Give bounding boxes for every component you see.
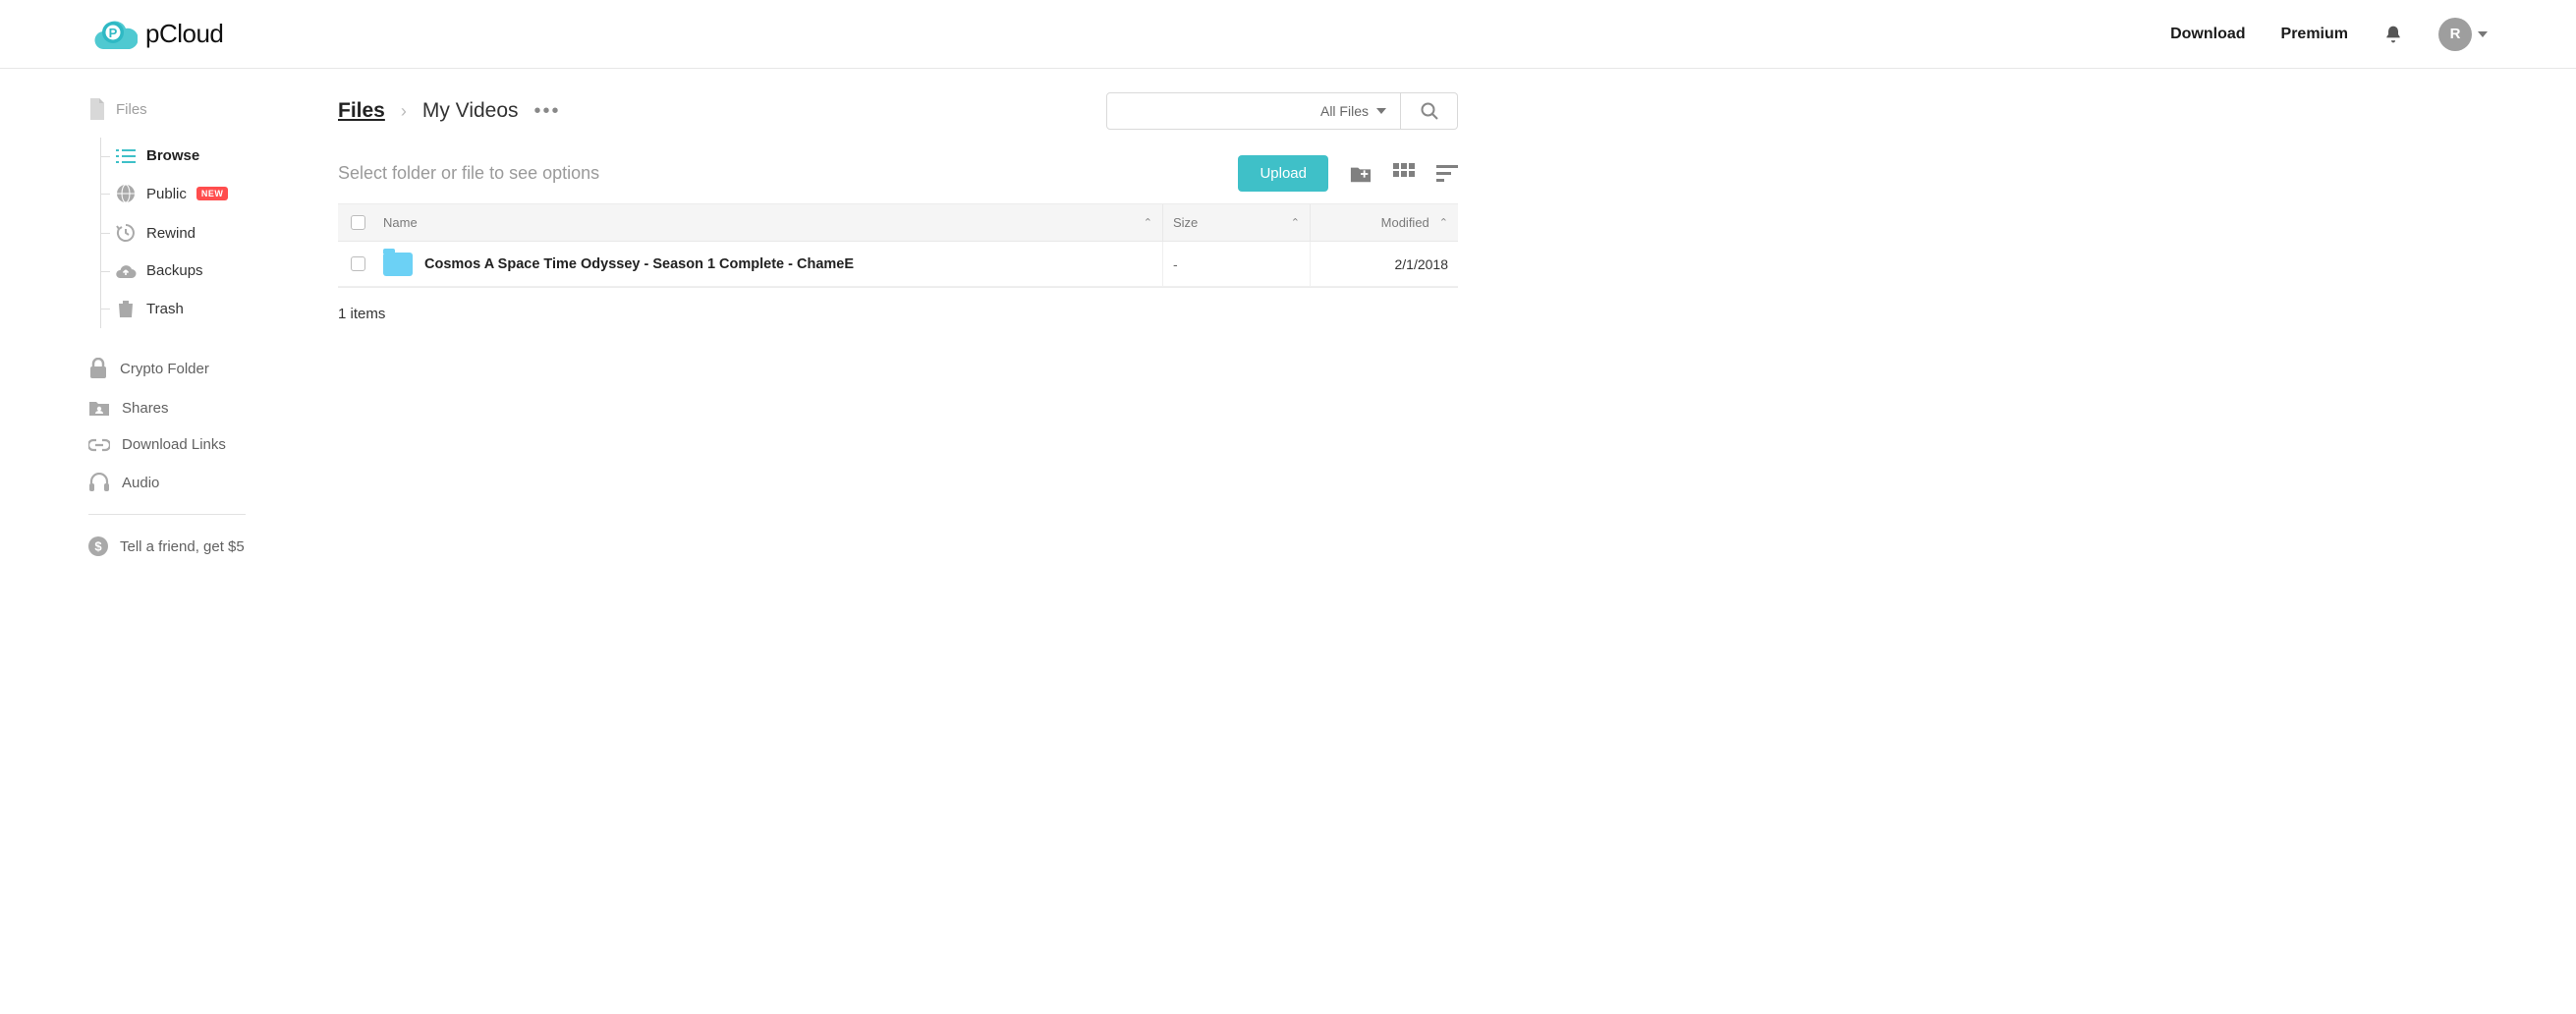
sidebar-item-public[interactable]: Public NEW bbox=[101, 174, 314, 213]
lock-icon bbox=[88, 358, 108, 379]
chevron-right-icon: › bbox=[401, 101, 407, 122]
header: P pCloud Download Premium R bbox=[0, 0, 2576, 69]
upload-button[interactable]: Upload bbox=[1238, 155, 1328, 192]
sidebar-audio[interactable]: Audio bbox=[88, 463, 314, 502]
trash-icon bbox=[115, 299, 137, 318]
link-icon bbox=[88, 438, 110, 452]
table-row[interactable]: Cosmos A Space Time Odyssey - Season 1 C… bbox=[338, 242, 1458, 287]
history-icon bbox=[115, 223, 137, 243]
bell-icon[interactable] bbox=[2383, 25, 2403, 44]
sidebar-item-label: Public bbox=[146, 186, 187, 202]
sort-asc-icon: ⌃ bbox=[1144, 216, 1152, 229]
folder-icon bbox=[383, 253, 413, 276]
user-menu[interactable]: R bbox=[2438, 18, 2488, 51]
search-group: All Files bbox=[1106, 92, 1458, 130]
sidebar-shares[interactable]: Shares bbox=[88, 389, 314, 426]
sidebar-root-files[interactable]: Files bbox=[88, 98, 314, 120]
premium-link[interactable]: Premium bbox=[2281, 26, 2348, 43]
chevron-down-icon bbox=[2478, 31, 2488, 37]
sidebar: Files Browse Public NEW Rewind bbox=[0, 69, 314, 566]
svg-text:$: $ bbox=[94, 539, 102, 554]
toolbar: Select folder or file to see options Upl… bbox=[338, 155, 1458, 203]
cloud-upload-icon bbox=[115, 263, 137, 279]
sidebar-item-label: Backups bbox=[146, 262, 203, 279]
download-link[interactable]: Download bbox=[2170, 26, 2245, 43]
new-folder-icon[interactable] bbox=[1350, 163, 1372, 185]
column-label: Name bbox=[377, 215, 418, 230]
row-modified: 2/1/2018 bbox=[1395, 256, 1449, 272]
headphones-icon bbox=[88, 473, 110, 492]
logo-text: pCloud bbox=[145, 19, 223, 49]
column-label: Size bbox=[1173, 215, 1198, 230]
sidebar-referral[interactable]: $ Tell a friend, get $5 bbox=[88, 527, 314, 566]
search-icon bbox=[1421, 102, 1438, 120]
sidebar-root-label: Files bbox=[116, 101, 147, 118]
chevron-down-icon bbox=[1376, 108, 1386, 114]
sidebar-item-backups[interactable]: Backups bbox=[101, 253, 314, 289]
column-size[interactable]: Size ⌃ bbox=[1163, 204, 1311, 241]
column-label: Modified bbox=[1381, 215, 1429, 230]
logo-mark-icon: P bbox=[88, 15, 138, 54]
logo[interactable]: P pCloud bbox=[88, 15, 223, 54]
row-name: Cosmos A Space Time Odyssey - Season 1 C… bbox=[424, 256, 854, 272]
file-icon bbox=[88, 98, 106, 120]
file-table: Name ⌃ Size ⌃ Modified ⌃ Cosmos A Spa bbox=[338, 203, 1458, 288]
filter-label: All Files bbox=[1320, 103, 1369, 119]
more-options-icon[interactable]: ••• bbox=[534, 100, 561, 123]
sort-icon[interactable] bbox=[1436, 163, 1458, 185]
item-count: 1 items bbox=[338, 306, 1458, 322]
grid-view-icon[interactable] bbox=[1393, 163, 1415, 185]
filter-dropdown[interactable]: All Files bbox=[1106, 92, 1401, 130]
selection-hint: Select folder or file to see options bbox=[338, 163, 599, 184]
avatar: R bbox=[2438, 18, 2472, 51]
row-checkbox[interactable] bbox=[351, 256, 365, 271]
sidebar-item-label: Trash bbox=[146, 301, 184, 317]
sidebar-item-label: Download Links bbox=[122, 436, 226, 453]
sidebar-item-rewind[interactable]: Rewind bbox=[101, 213, 314, 253]
sidebar-item-browse[interactable]: Browse bbox=[101, 138, 314, 174]
sidebar-item-label: Shares bbox=[122, 400, 169, 417]
dollar-icon: $ bbox=[88, 536, 108, 556]
column-name[interactable]: Name ⌃ bbox=[377, 204, 1163, 241]
sidebar-item-label: Crypto Folder bbox=[120, 361, 209, 377]
divider bbox=[88, 514, 246, 515]
search-button[interactable] bbox=[1401, 92, 1458, 130]
sidebar-crypto-folder[interactable]: Crypto Folder bbox=[88, 348, 314, 389]
sidebar-download-links[interactable]: Download Links bbox=[88, 426, 314, 463]
table-header: Name ⌃ Size ⌃ Modified ⌃ bbox=[338, 204, 1458, 242]
sidebar-item-label: Audio bbox=[122, 475, 159, 491]
column-modified[interactable]: Modified ⌃ bbox=[1311, 204, 1458, 241]
sidebar-item-label: Browse bbox=[146, 147, 199, 164]
row-size: - bbox=[1173, 256, 1178, 272]
breadcrumb: Files › My Videos ••• bbox=[338, 99, 561, 123]
breadcrumb-current: My Videos bbox=[422, 99, 519, 123]
main-content: Files › My Videos ••• All Files Select f… bbox=[314, 69, 1493, 566]
breadcrumb-root[interactable]: Files bbox=[338, 99, 385, 123]
sidebar-item-label: Rewind bbox=[146, 225, 196, 242]
sort-asc-icon: ⌃ bbox=[1291, 216, 1300, 229]
list-icon bbox=[115, 148, 137, 164]
sidebar-item-label: Tell a friend, get $5 bbox=[120, 538, 245, 555]
sort-asc-icon: ⌃ bbox=[1439, 216, 1448, 229]
header-right: Download Premium R bbox=[2170, 18, 2488, 51]
new-badge: NEW bbox=[196, 187, 229, 200]
shared-folder-icon bbox=[88, 399, 110, 417]
select-all-checkbox[interactable] bbox=[351, 215, 365, 230]
sidebar-item-trash[interactable]: Trash bbox=[101, 289, 314, 328]
globe-icon bbox=[115, 184, 137, 203]
svg-text:P: P bbox=[109, 26, 118, 40]
